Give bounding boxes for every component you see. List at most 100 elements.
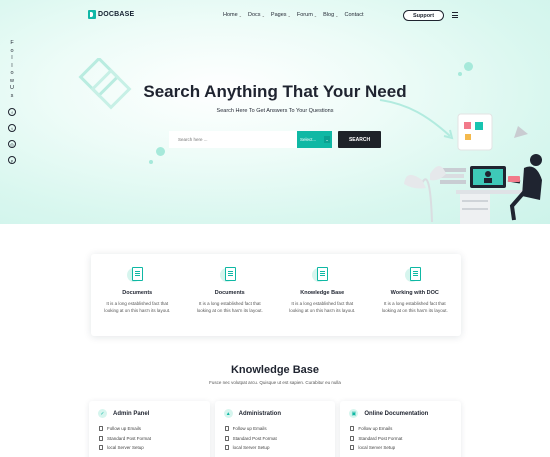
kb-card: ▣ Online Documentation Follow up Emails … [340, 401, 462, 457]
follow-letter: l [11, 55, 13, 61]
page-icon [350, 445, 355, 450]
menu-label: Forum [296, 12, 313, 18]
dot-decoration [149, 160, 153, 164]
select-value: Select... [300, 137, 317, 142]
menu-label: Contact [344, 12, 364, 18]
monitor-icon: ▣ [349, 409, 359, 418]
kb-link[interactable]: Standard Post Format [349, 435, 461, 441]
feature-card[interactable]: Documents It is a long established fact … [184, 254, 277, 336]
document-icon [127, 266, 147, 284]
feature-desc: It is a long established fact that looki… [104, 301, 171, 313]
twitter-icon[interactable]: t [8, 124, 16, 132]
kb-link-label: local Server Setup [358, 445, 396, 450]
pinterest-icon[interactable]: p [8, 156, 16, 164]
menu-item-contact[interactable]: Contact [345, 12, 364, 18]
feature-card[interactable]: Knowledge Base It is a long established … [276, 254, 369, 336]
kb-link[interactable]: local Server Setup [224, 445, 336, 450]
menu-item-blog[interactable]: Blog ⌄ [323, 12, 338, 18]
menu-label: Pages [270, 12, 287, 18]
chevron-down-icon: ⌄ [287, 12, 291, 18]
kb-card-header[interactable]: ▣ Online Documentation [349, 409, 461, 418]
kb-link[interactable]: Standard Post Format [224, 435, 336, 441]
kb-card-title: Admin Panel [113, 410, 150, 417]
follow-letter: o [10, 70, 14, 76]
kb-link[interactable]: Follow up Emails [349, 426, 461, 431]
feature-title: Knowledge Base [300, 290, 345, 296]
kb-link-label: local Server Setup [107, 445, 144, 450]
page-icon [99, 426, 103, 431]
menu-label: Docs [248, 12, 261, 18]
features-panel: Documents It is a long established fact … [91, 254, 461, 336]
kb-link[interactable]: Follow up Emails [224, 426, 336, 431]
main-menu: Home ⌄ Docs ⌄ Pages ⌄ Forum ⌄ Blog ⌄ Contact [223, 12, 363, 18]
feature-title: Documents [214, 290, 245, 296]
logo-icon [88, 10, 96, 19]
menu-label: Blog [323, 12, 335, 18]
chevron-down-icon: ⌄ [324, 136, 330, 143]
section-subtitle: Fusce nec volutpat arcu. Quisque ut est … [209, 380, 341, 385]
dot-decoration [156, 147, 165, 156]
kb-link-label: local Server Setup [232, 445, 270, 450]
chart-doc-icon [404, 266, 425, 284]
kb-card-title: Online Documentation [364, 410, 429, 417]
kb-link[interactable]: local Server Setup [349, 445, 461, 450]
menu-item-forum[interactable]: Forum ⌄ [297, 12, 317, 18]
hamburger-menu-icon[interactable] [452, 12, 458, 18]
page-icon [224, 435, 229, 441]
check-icon: ✓ [98, 409, 107, 418]
page-icon [99, 445, 103, 450]
kb-cards: ✓ Admin Panel Follow up Emails Standard … [89, 401, 462, 457]
feature-desc: It is a long established fact that looki… [196, 301, 263, 313]
dot-decoration [458, 72, 462, 76]
kb-card-header[interactable]: ✓ Admin Panel [98, 409, 210, 418]
logo-text: DOCBASE [98, 11, 135, 18]
search-button[interactable]: SEARCH [338, 131, 381, 148]
kb-link-label: Follow up Emails [358, 426, 393, 431]
menu-item-pages[interactable]: Pages ⌄ [271, 12, 291, 18]
menu-item-home[interactable]: Home ⌄ [223, 12, 242, 18]
section-title: Knowledge Base [230, 364, 320, 376]
page-icon [224, 426, 229, 431]
feature-title: Documents [122, 290, 153, 296]
follow-us-bar: F o l l o w U s f t ◎ p [8, 40, 16, 164]
support-button[interactable]: Support [403, 10, 444, 21]
kb-link[interactable]: local Server Setup [98, 445, 210, 450]
chevron-down-icon: ⌄ [335, 12, 339, 18]
menu-item-docs[interactable]: Docs ⌄ [248, 12, 265, 18]
kb-link-label: Standard Post Format [107, 435, 152, 441]
hero-section: DOCBASE Home ⌄ Docs ⌄ Pages ⌄ Forum ⌄ Blog ⌄ … [0, 0, 550, 224]
menu-label: Home [223, 12, 238, 18]
search-input[interactable] [169, 131, 297, 148]
feature-card[interactable]: Working with DOC It is a long establishe… [369, 254, 462, 336]
hero-subtitle: Search Here To Get Answers To Your Quest… [216, 108, 334, 114]
page-icon [350, 435, 355, 441]
top-nav: DOCBASE Home ⌄ Docs ⌄ Pages ⌄ Forum ⌄ Blog ⌄ … [0, 9, 550, 23]
kb-link-label: Standard Post Format [358, 435, 403, 441]
follow-letter: o [10, 47, 14, 54]
follow-letter: F [10, 40, 14, 46]
search-bar: Select... ⌄ SEARCH [169, 131, 381, 148]
kb-link[interactable]: Follow up Emails [98, 426, 210, 431]
page-icon [99, 435, 103, 441]
hero-title: Search Anything That Your Need [143, 82, 407, 101]
kb-link-label: Follow up Emails [232, 426, 267, 431]
chevron-down-icon: ⌄ [313, 12, 318, 18]
feature-desc: It is a long established fact that looki… [381, 301, 448, 313]
feature-card[interactable]: Documents It is a long established fact … [91, 254, 184, 336]
document-icon [219, 266, 240, 284]
person-desk-illustration [404, 113, 542, 224]
follow-letter: l [11, 62, 13, 69]
feature-desc: It is a long established fact that looki… [289, 301, 356, 313]
kb-card: ▲ Administration Follow up Emails Standa… [214, 401, 336, 457]
kb-link-label: Follow up Emails [107, 426, 142, 431]
chevron-down-icon: ⌄ [238, 12, 243, 18]
kb-card-header[interactable]: ▲ Administration [223, 409, 336, 418]
feature-title: Working with DOC [390, 290, 439, 296]
instagram-icon[interactable]: ◎ [8, 140, 16, 148]
category-select[interactable]: Select... ⌄ [297, 131, 332, 148]
kb-link-label: Standard Post Format [232, 435, 277, 441]
logo[interactable]: DOCBASE [88, 10, 134, 19]
chevron-down-icon: ⌄ [261, 12, 265, 18]
kb-card-title: Administration [238, 410, 282, 417]
kb-link[interactable]: Standard Post Format [98, 435, 210, 441]
